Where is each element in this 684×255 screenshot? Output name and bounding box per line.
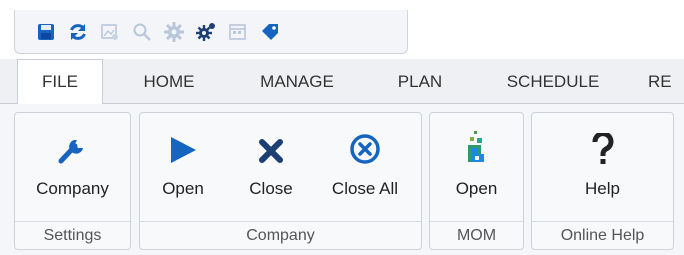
company-settings-label: Company <box>36 179 109 198</box>
play-icon <box>171 137 196 163</box>
mom-open-button[interactable]: Open <box>430 113 523 220</box>
group-label-company: Company <box>140 221 421 249</box>
refresh-icon[interactable] <box>67 21 89 43</box>
settings-disabled-icon <box>163 21 185 43</box>
group-mom: Open MOM <box>429 112 524 250</box>
tab-manage[interactable]: MANAGE <box>237 59 357 104</box>
group-label-settings: Settings <box>15 221 130 249</box>
help-button[interactable]: Help <box>532 113 673 220</box>
tag-icon[interactable] <box>259 21 281 43</box>
tab-schedule[interactable]: SCHEDULE <box>488 59 618 104</box>
search-disabled-icon <box>131 21 153 43</box>
company-close-all-button[interactable]: Close All <box>320 113 410 220</box>
company-open-label: Open <box>162 179 204 198</box>
question-mark-icon <box>592 133 613 164</box>
mom-logo-icon <box>467 131 484 162</box>
calendar-disabled-icon <box>227 21 249 43</box>
save-icon[interactable] <box>35 21 57 43</box>
company-close-button[interactable]: Close <box>236 113 306 220</box>
picture-disabled-icon <box>99 21 121 43</box>
company-settings-button[interactable]: Company <box>15 113 130 220</box>
group-online-help: Help Online Help <box>531 112 674 250</box>
mom-open-label: Open <box>455 179 498 198</box>
ribbon-panel: Company Settings Open Close Close All Co… <box>0 104 684 255</box>
group-company: Open Close Close All Company <box>139 112 422 250</box>
quick-access-toolbar <box>14 10 408 54</box>
company-close-all-label: Close All <box>331 179 399 198</box>
tab-re[interactable]: RE <box>648 59 684 104</box>
wrench-icon <box>58 140 83 164</box>
tab-home[interactable]: HOME <box>124 59 214 104</box>
ribbon-tab-strip: FILE HOME MANAGE PLAN SCHEDULE RE <box>0 59 684 105</box>
group-label-mom: MOM <box>430 221 523 249</box>
group-label-online-help: Online Help <box>532 221 673 249</box>
group-settings: Company Settings <box>14 112 131 250</box>
tab-plan[interactable]: PLAN <box>378 59 462 104</box>
close-icon <box>259 139 283 163</box>
help-label: Help <box>585 179 620 198</box>
tab-file[interactable]: FILE <box>17 59 103 105</box>
company-close-label: Close <box>249 179 293 198</box>
gears-icon[interactable] <box>195 21 217 43</box>
company-open-button[interactable]: Open <box>148 113 218 220</box>
close-all-icon <box>350 134 380 164</box>
